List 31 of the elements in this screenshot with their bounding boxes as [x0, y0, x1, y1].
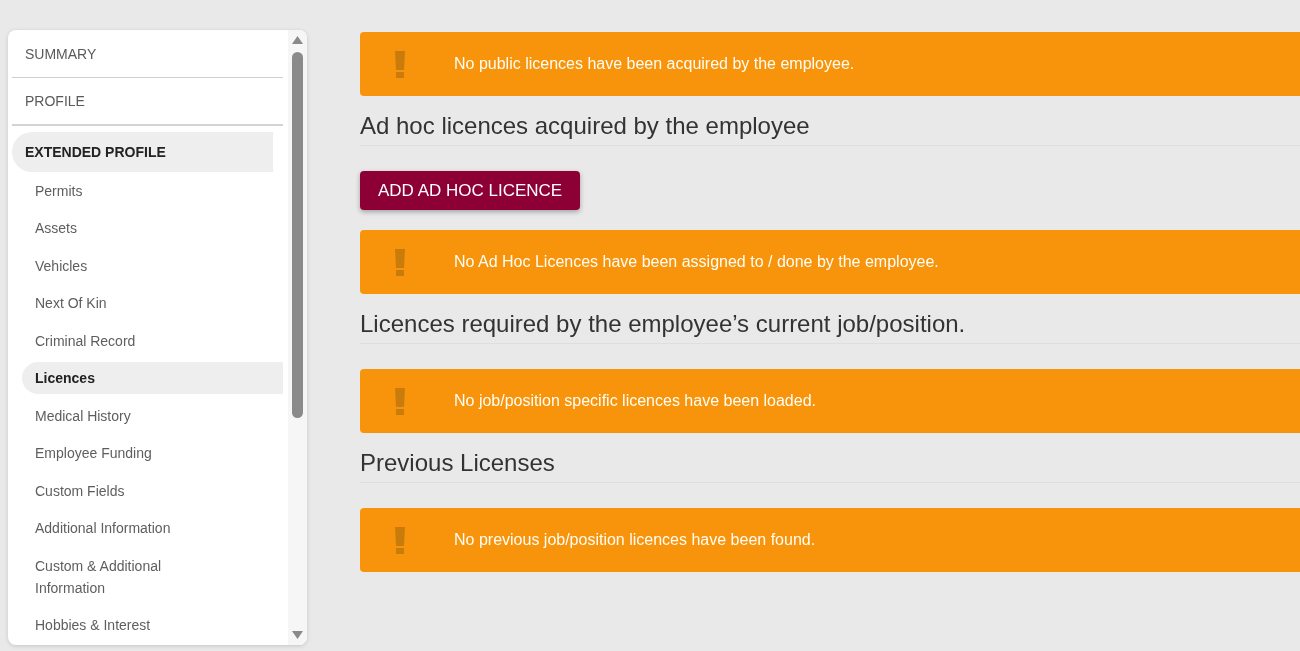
- sidebar-subitem[interactable]: Custom & Additional Information: [22, 549, 283, 604]
- section-heading: Ad hoc licences acquired by the employee: [360, 111, 1300, 146]
- sidebar-subitem[interactable]: Criminal Record: [22, 324, 283, 357]
- warning-icon: [395, 50, 405, 78]
- scrollbar-track[interactable]: [288, 30, 307, 645]
- alert-message: No job/position specific licences have been loaded.: [454, 392, 816, 410]
- sidebar-subitem[interactable]: Vehicles: [22, 249, 283, 282]
- scroll-down-icon[interactable]: [292, 631, 303, 639]
- warning-icon: [395, 248, 405, 276]
- sidebar-subitem[interactable]: Hobbies & Interest: [22, 609, 283, 642]
- section-heading: Previous Licenses: [360, 448, 1300, 483]
- sidebar-subitem[interactable]: Medical History: [22, 399, 283, 432]
- sidebar-subitem[interactable]: Additional Information: [22, 512, 283, 545]
- sidebar-subitem[interactable]: Employee Funding: [22, 437, 283, 470]
- warning-icon: [395, 526, 405, 554]
- sidebar-subitem[interactable]: Permits: [22, 174, 283, 207]
- warning-icon: [395, 387, 405, 415]
- sidebar-subitem[interactable]: Assets: [22, 212, 283, 245]
- scrollbar-thumb[interactable]: [292, 52, 303, 418]
- add-licence-button[interactable]: ADD AD HOC LICENCE: [360, 171, 581, 210]
- alert-message: No public licences have been acquired by the employee.: [454, 55, 855, 73]
- sidebar-subitem[interactable]: Custom Fields: [22, 474, 283, 507]
- sidebar-item[interactable]: EXTENDED PROFILE: [12, 132, 273, 172]
- sidebar-item[interactable]: PROFILE: [12, 78, 283, 126]
- sidebar-item[interactable]: SUMMARY: [12, 30, 283, 78]
- alert-message: No previous job/position licences have been found.: [454, 531, 816, 549]
- sidebar-subitem[interactable]: Licences: [22, 362, 283, 395]
- sidebar-subitem[interactable]: Next Of Kin: [22, 287, 283, 320]
- scroll-up-icon[interactable]: [292, 36, 303, 44]
- alert-message: No Ad Hoc Licences have been assigned to / done by the employee.: [454, 253, 939, 271]
- section-heading: Licences required by the employee’s current job/position.: [360, 309, 1300, 344]
